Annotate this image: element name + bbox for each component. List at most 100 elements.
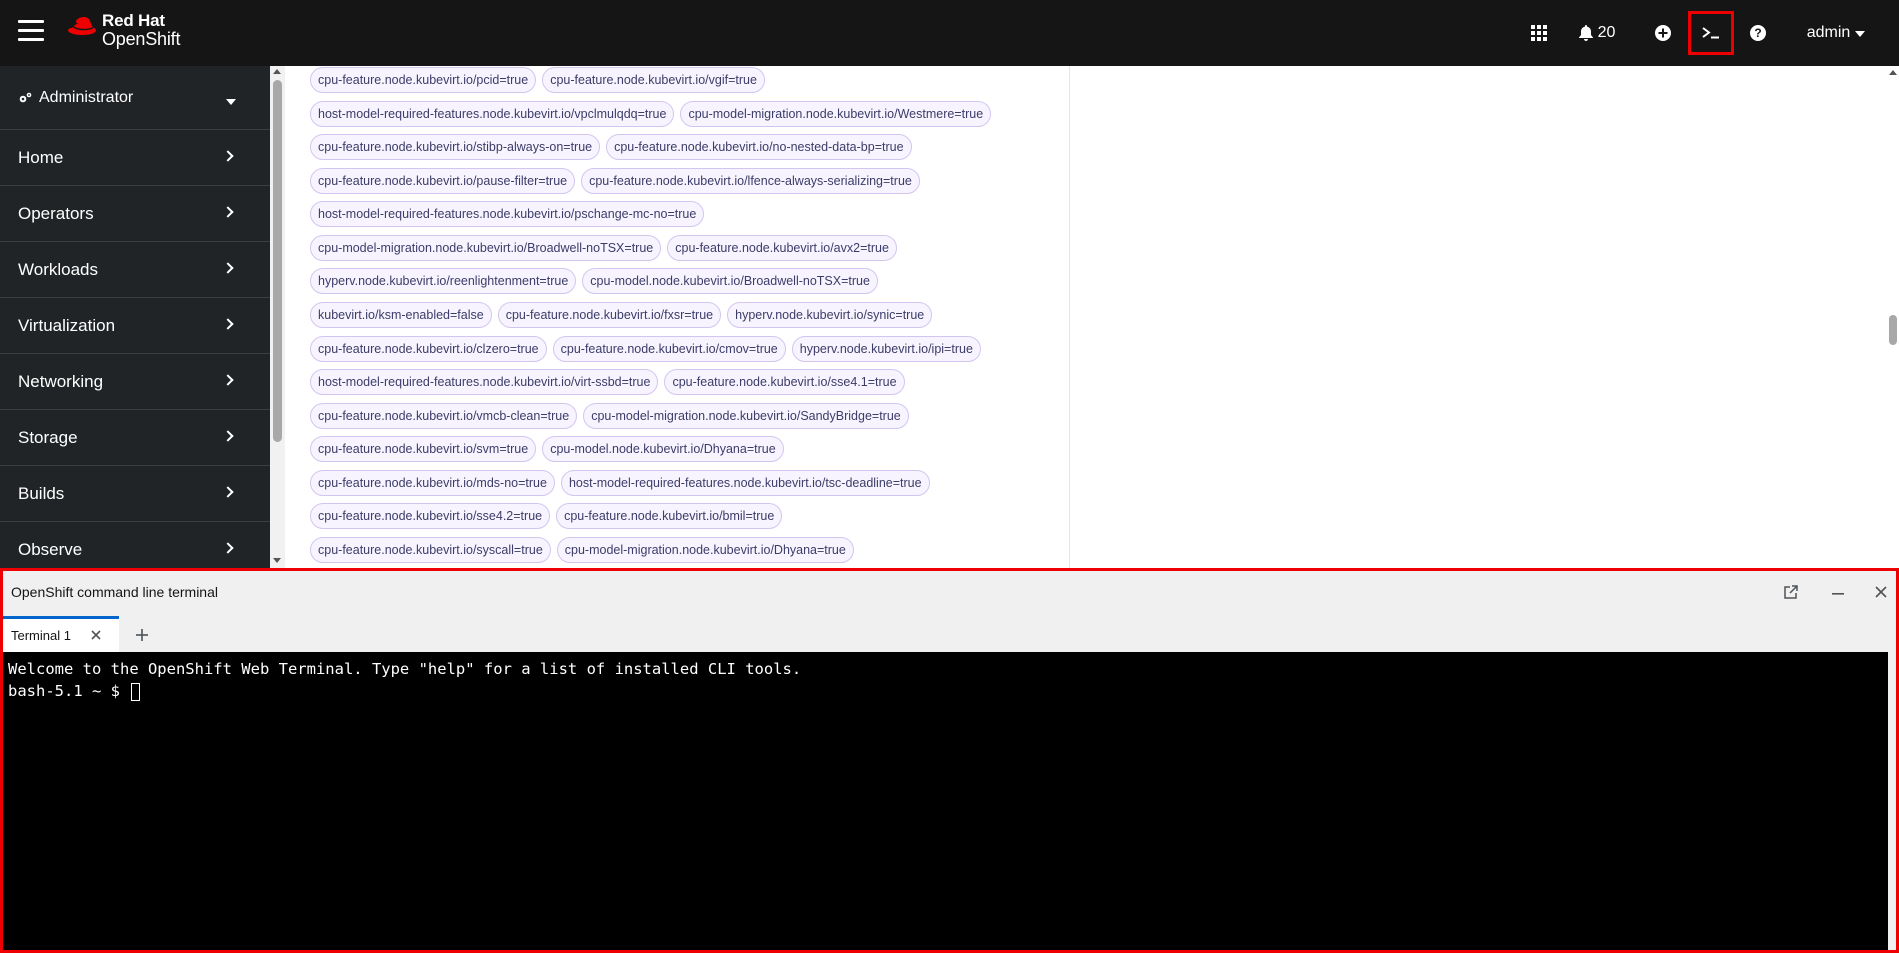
label-chip[interactable]: host-model-required-features.node.kubevi… (560, 470, 930, 496)
label-chip[interactable]: host-model-required-features.node.kubevi… (310, 101, 675, 127)
sidebar-item-builds[interactable]: Builds (0, 466, 270, 522)
label-chip[interactable]: cpu-model-migration.node.kubevirt.io/Wes… (680, 101, 992, 127)
scroll-up-arrow-icon[interactable] (273, 69, 281, 74)
brand-line2: OpenShift (102, 29, 181, 49)
close-tab-icon[interactable] (89, 628, 103, 642)
label-chip[interactable]: cpu-feature.node.kubevirt.io/avx2=true (667, 235, 897, 261)
sidebar-item-storage[interactable]: Storage (0, 410, 270, 466)
minimize-icon[interactable] (1827, 581, 1849, 603)
sidebar-item-virtualization[interactable]: Virtualization (0, 298, 270, 354)
terminal-prompt-line: bash-5.1 ~ $ (8, 680, 1883, 702)
perspective-switcher[interactable]: Administrator (0, 66, 270, 130)
label-chip[interactable]: cpu-feature.node.kubevirt.io/stibp-alway… (310, 134, 601, 160)
masthead: Red Hat OpenShift 20 ? admin (0, 0, 1899, 66)
label-chip[interactable]: cpu-feature.node.kubevirt.io/no-nested-d… (606, 134, 912, 160)
sidebar-item-networking[interactable]: Networking (0, 354, 270, 410)
caret-down-icon (226, 99, 236, 105)
label-chip[interactable]: cpu-feature.node.kubevirt.io/svm=true (310, 436, 537, 462)
terminal-scrollbar[interactable] (1888, 652, 1896, 950)
chevron-right-icon (222, 374, 234, 386)
label-chip[interactable]: cpu-feature.node.kubevirt.io/bmil=true (556, 503, 783, 529)
sidebar-item-label: Observe (18, 539, 83, 559)
chevron-right-icon (222, 486, 234, 498)
label-chip[interactable]: cpu-feature.node.kubevirt.io/pcid=true (310, 67, 537, 93)
terminal-cursor (131, 682, 141, 701)
terminal-icon (1702, 27, 1719, 39)
label-chip[interactable]: cpu-feature.node.kubevirt.io/mds-no=true (310, 470, 555, 496)
import-plus-button[interactable] (1643, 13, 1683, 53)
user-name: admin (1806, 24, 1851, 41)
sidebar-item-workloads[interactable]: Workloads (0, 242, 270, 298)
sidebar-item-observe[interactable]: Observe (0, 522, 270, 568)
user-menu-button[interactable]: admin (1791, 13, 1881, 53)
perspective-label: Administrator (39, 88, 134, 106)
chevron-right-icon (222, 206, 234, 218)
label-chip[interactable]: host-model-required-features.node.kubevi… (310, 201, 705, 227)
terminal-drawer: OpenShift command line terminal Terminal… (0, 568, 1899, 953)
sidebar-item-label: Storage (18, 427, 78, 447)
label-chip[interactable]: cpu-feature.node.kubevirt.io/sse4.1=true (664, 369, 905, 395)
label-chip[interactable]: cpu-feature.node.kubevirt.io/sse4.2=true (310, 503, 551, 529)
caret-down-icon (1855, 31, 1866, 37)
label-chip[interactable]: hyperv.node.kubevirt.io/ipi=true (791, 336, 981, 362)
label-chip[interactable]: cpu-model-migration.node.kubevirt.io/Bro… (310, 235, 662, 261)
redhat-openshift-logo[interactable]: Red Hat OpenShift (66, 12, 180, 48)
label-chip[interactable]: cpu-feature.node.kubevirt.io/syscall=tru… (310, 537, 551, 563)
label-chip[interactable]: cpu-model-migration.node.kubevirt.io/Dhy… (556, 537, 854, 563)
label-chip[interactable]: cpu-model.node.kubevirt.io/Dhyana=true (542, 436, 784, 462)
label-chip[interactable]: hyperv.node.kubevirt.io/synic=true (727, 302, 933, 328)
sidebar-item-label: Operators (18, 203, 94, 223)
label-chip[interactable]: cpu-feature.node.kubevirt.io/vmcb-clean=… (310, 403, 578, 429)
tab-label: Terminal 1 (11, 628, 71, 643)
label-chip[interactable]: host-model-required-features.node.kubevi… (310, 369, 659, 395)
terminal-prompt: bash-5.1 ~ $ (8, 682, 130, 700)
notifications-button[interactable]: 20 (1567, 13, 1627, 53)
terminal-console[interactable]: Welcome to the OpenShift Web Terminal. T… (3, 652, 1888, 950)
brand-line1: Red Hat (102, 11, 165, 30)
label-chip[interactable]: cpu-feature.node.kubevirt.io/vgif=true (542, 67, 765, 93)
label-chip[interactable]: kubevirt.io/ksm-enabled=false (310, 302, 492, 328)
help-button[interactable]: ? (1738, 13, 1778, 53)
label-chip[interactable]: cpu-model-migration.node.kubevirt.io/San… (583, 403, 909, 429)
plus-circle-icon (1655, 25, 1671, 41)
scroll-down-arrow-icon[interactable] (273, 558, 281, 563)
label-chip[interactable]: cpu-feature.node.kubevirt.io/pause-filte… (310, 168, 576, 194)
chevron-right-icon (222, 262, 234, 274)
notification-count: 20 (1597, 24, 1616, 41)
cogs-icon (19, 92, 32, 102)
label-chip[interactable]: cpu-feature.node.kubevirt.io/cmov=true (552, 336, 786, 362)
open-in-new-tab-icon[interactable] (1780, 581, 1802, 603)
node-labels-panel: cpu-feature.node.kubevirt.io/pcid=true c… (310, 66, 1070, 568)
terminal-drawer-header: OpenShift command line terminal (3, 571, 1896, 616)
label-chip[interactable]: cpu-feature.node.kubevirt.io/clzero=true (310, 336, 547, 362)
scrollbar-thumb[interactable] (1889, 315, 1897, 345)
chevron-right-icon (222, 318, 234, 330)
scrollbar-thumb[interactable] (273, 80, 282, 442)
close-icon[interactable] (1870, 581, 1892, 603)
redhat-hat-icon (68, 17, 96, 35)
chevron-right-icon (222, 430, 234, 442)
label-chip[interactable]: cpu-feature.node.kubevirt.io/lfence-alwa… (581, 168, 920, 194)
terminal-welcome-line: Welcome to the OpenShift Web Terminal. T… (8, 660, 802, 678)
question-circle-icon: ? (1750, 25, 1766, 41)
terminal-tabs: Terminal 1 (3, 616, 1896, 652)
bell-icon (1578, 25, 1593, 41)
label-chip[interactable]: cpu-model.node.kubevirt.io/Broadwell-noT… (582, 268, 878, 294)
page-scrollbar[interactable] (270, 66, 285, 568)
sidebar-item-label: Networking (18, 371, 104, 391)
chevron-right-icon (222, 542, 234, 554)
web-terminal-button[interactable] (1688, 11, 1734, 55)
scroll-up-arrow-icon[interactable] (1889, 70, 1897, 75)
hamburger-menu-icon[interactable] (18, 20, 44, 44)
sidebar-item-operators[interactable]: Operators (0, 186, 270, 242)
svg-text:?: ? (1754, 26, 1761, 40)
content-scrollbar[interactable] (1887, 66, 1899, 568)
app-launcher-grid-icon[interactable] (1519, 13, 1559, 53)
add-terminal-tab-button[interactable] (131, 624, 153, 646)
label-chip[interactable]: hyperv.node.kubevirt.io/reenlightenment=… (310, 268, 577, 294)
sidebar-item-home[interactable]: Home (0, 130, 270, 186)
sidebar-item-label: Home (18, 147, 64, 167)
main-content: cpu-feature.node.kubevirt.io/pcid=true c… (270, 66, 1899, 568)
label-chip[interactable]: cpu-feature.node.kubevirt.io/fxsr=true (497, 302, 722, 328)
tab-terminal-1[interactable]: Terminal 1 (3, 616, 119, 652)
